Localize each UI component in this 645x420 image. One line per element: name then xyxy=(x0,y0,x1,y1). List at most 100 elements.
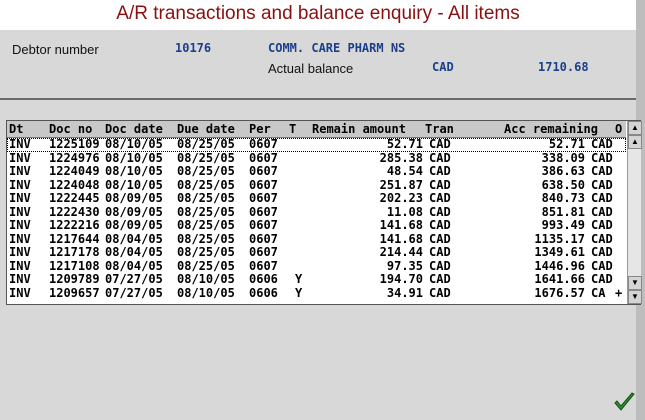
cell-docdate: 08/10/05 xyxy=(105,164,163,178)
table-row[interactable]: INV 1209789 07/27/05 08/10/05 0606 Y 194.70 CAD… xyxy=(7,272,626,287)
cell-per: 0607 xyxy=(249,150,278,165)
col-o[interactable]: O xyxy=(615,122,622,136)
cell-per: 0607 xyxy=(249,245,278,259)
table-row[interactable]: INV 1217108 08/04/05 08/25/05 0607 97.35 CAD 14… xyxy=(7,258,626,274)
cell-duedate: 08/25/05 xyxy=(177,231,235,246)
col-dt[interactable]: Dt xyxy=(9,122,23,136)
cell-remain: 141.68 xyxy=(379,231,423,246)
ok-button[interactable] xyxy=(612,390,636,414)
cell-dt: INV xyxy=(9,258,31,273)
arrow-up-bar-icon[interactable]: ▲ xyxy=(628,121,642,135)
cell-acc: 851.81 xyxy=(541,204,585,219)
cell-tran: CAD xyxy=(429,272,451,286)
col-tran[interactable]: Tran xyxy=(425,122,454,136)
col-per[interactable]: Per xyxy=(249,122,271,136)
cell-tran: CAD xyxy=(429,164,451,178)
table-row[interactable]: INV 1225109 08/10/05 08/25/05 0607 52.71 CAD 52… xyxy=(7,137,626,152)
table-row[interactable]: INV 1209657 07/27/05 08/10/05 0606 Y 34.91 CAD 1… xyxy=(7,285,626,301)
cell-duedate: 08/25/05 xyxy=(177,164,235,178)
cell-docdate: 08/09/05 xyxy=(105,204,163,219)
cell-cur: CAD xyxy=(591,231,613,246)
cell-dt: INV xyxy=(9,245,31,259)
scroll-down-icon[interactable]: ▼ xyxy=(628,276,642,290)
grid-rows: INV 1225109 08/10/05 08/25/05 0607 52.71 CAD 52… xyxy=(7,137,626,301)
cell-remain: 214.44 xyxy=(379,245,423,259)
table-row[interactable]: INV 1224049 08/10/05 08/25/05 0607 48.54 CAD 38… xyxy=(7,164,626,179)
cell-docdate: 08/04/05 xyxy=(105,245,163,259)
scroll-up-icon[interactable]: ▲ xyxy=(628,135,642,149)
cell-docdate: 08/04/05 xyxy=(105,258,163,273)
table-row[interactable]: INV 1224976 08/10/05 08/25/05 0607 285.38 CAD 3… xyxy=(7,150,626,166)
col-remain-amount[interactable]: Remain amount xyxy=(312,122,406,136)
cell-doc: 1222216 xyxy=(49,218,100,232)
cell-t: Y xyxy=(295,285,303,300)
cell-dt: INV xyxy=(9,218,31,232)
cell-t: Y xyxy=(295,272,303,286)
cell-dt: INV xyxy=(9,150,31,165)
cell-docdate: 07/27/05 xyxy=(105,272,163,286)
cell-per: 0607 xyxy=(249,137,278,151)
cell-cur: CAD xyxy=(591,204,613,219)
cell-tran: CAD xyxy=(429,285,451,300)
checkmark-icon xyxy=(614,392,635,411)
cell-remain: 285.38 xyxy=(379,150,423,165)
cell-cur: CAD xyxy=(591,137,613,151)
col-doc-no[interactable]: Doc no xyxy=(49,122,92,136)
cell-acc: 1676.57 xyxy=(534,285,585,300)
cell-doc: 1217178 xyxy=(49,245,100,259)
cell-o: + xyxy=(615,285,623,300)
cell-acc: 52.71 xyxy=(548,137,585,151)
cell-dt: INV xyxy=(9,164,31,178)
cell-cur: CAD xyxy=(591,164,613,178)
cell-docdate: 07/27/05 xyxy=(105,285,163,300)
cell-dt: INV xyxy=(9,285,31,300)
table-row[interactable]: INV 1217644 08/04/05 08/25/05 0607 141.68 CAD 1… xyxy=(7,231,626,247)
table-row[interactable]: INV 1222445 08/09/05 08/25/05 0607 202.23 CAD 8… xyxy=(7,191,626,206)
cell-acc: 840.73 xyxy=(541,191,585,205)
cell-tran: CAD xyxy=(429,204,451,219)
cell-cur: CAD xyxy=(591,218,613,232)
cell-remain: 202.23 xyxy=(379,191,423,205)
col-t[interactable]: T xyxy=(289,122,296,136)
cell-cur: CAD xyxy=(591,150,613,165)
table-row[interactable]: INV 1224048 08/10/05 08/25/05 0607 251.87 CAD 6… xyxy=(7,177,626,193)
vertical-scrollbar[interactable]: ▲ ▲ ▼ ▼ xyxy=(627,121,642,304)
cell-per: 0606 xyxy=(249,272,278,286)
col-due-date[interactable]: Due date xyxy=(177,122,235,136)
table-row[interactable]: INV 1222216 08/09/05 08/25/05 0607 141.68 CAD 9… xyxy=(7,218,626,233)
table-row[interactable]: INV 1222430 08/09/05 08/25/05 0607 11.08 CAD 85… xyxy=(7,204,626,220)
cell-tran: CAD xyxy=(429,191,451,205)
cell-duedate: 08/10/05 xyxy=(177,272,235,286)
cell-doc: 1209789 xyxy=(49,272,100,286)
cell-tran: CAD xyxy=(429,231,451,246)
cell-doc: 1224048 xyxy=(49,177,100,192)
cell-acc: 1641.66 xyxy=(534,272,585,286)
col-acc-remaining[interactable]: Acc remaining xyxy=(504,122,598,136)
cell-tran: CAD xyxy=(429,218,451,232)
cell-tran: CAD xyxy=(429,258,451,273)
cell-remain: 52.71 xyxy=(386,137,423,151)
cell-duedate: 08/25/05 xyxy=(177,137,235,151)
cell-doc: 1222430 xyxy=(49,204,100,219)
cell-acc: 386.63 xyxy=(541,164,585,178)
cell-cur: CAD xyxy=(591,191,613,205)
cell-per: 0607 xyxy=(249,231,278,246)
cell-remain: 48.54 xyxy=(386,164,423,178)
cell-remain: 251.87 xyxy=(379,177,423,192)
cell-doc: 1225109 xyxy=(49,137,100,151)
cell-remain: 141.68 xyxy=(379,218,423,232)
cell-per: 0607 xyxy=(249,218,278,232)
debtor-number-label: Debtor number xyxy=(12,42,99,57)
grid-header: Dt Doc no Doc date Due date Per T Remain… xyxy=(7,121,626,138)
debtor-name-value: COMM. CARE PHARM NS xyxy=(268,41,406,55)
cell-dt: INV xyxy=(9,177,31,192)
cell-doc: 1209657 xyxy=(49,285,100,300)
cell-doc: 1224049 xyxy=(49,164,100,178)
cell-acc: 338.09 xyxy=(541,150,585,165)
col-doc-date[interactable]: Doc date xyxy=(105,122,163,136)
table-row[interactable]: INV 1217178 08/04/05 08/25/05 0607 214.44 CAD 1… xyxy=(7,245,626,260)
header-panel: Debtor number 10176 COMM. CARE PHARM NS … xyxy=(0,30,636,100)
transactions-grid[interactable]: Dt Doc no Doc date Due date Per T Remain… xyxy=(6,120,642,305)
debtor-number-value: 10176 xyxy=(175,41,212,55)
arrow-down-bar-icon[interactable]: ▼ xyxy=(628,290,642,304)
